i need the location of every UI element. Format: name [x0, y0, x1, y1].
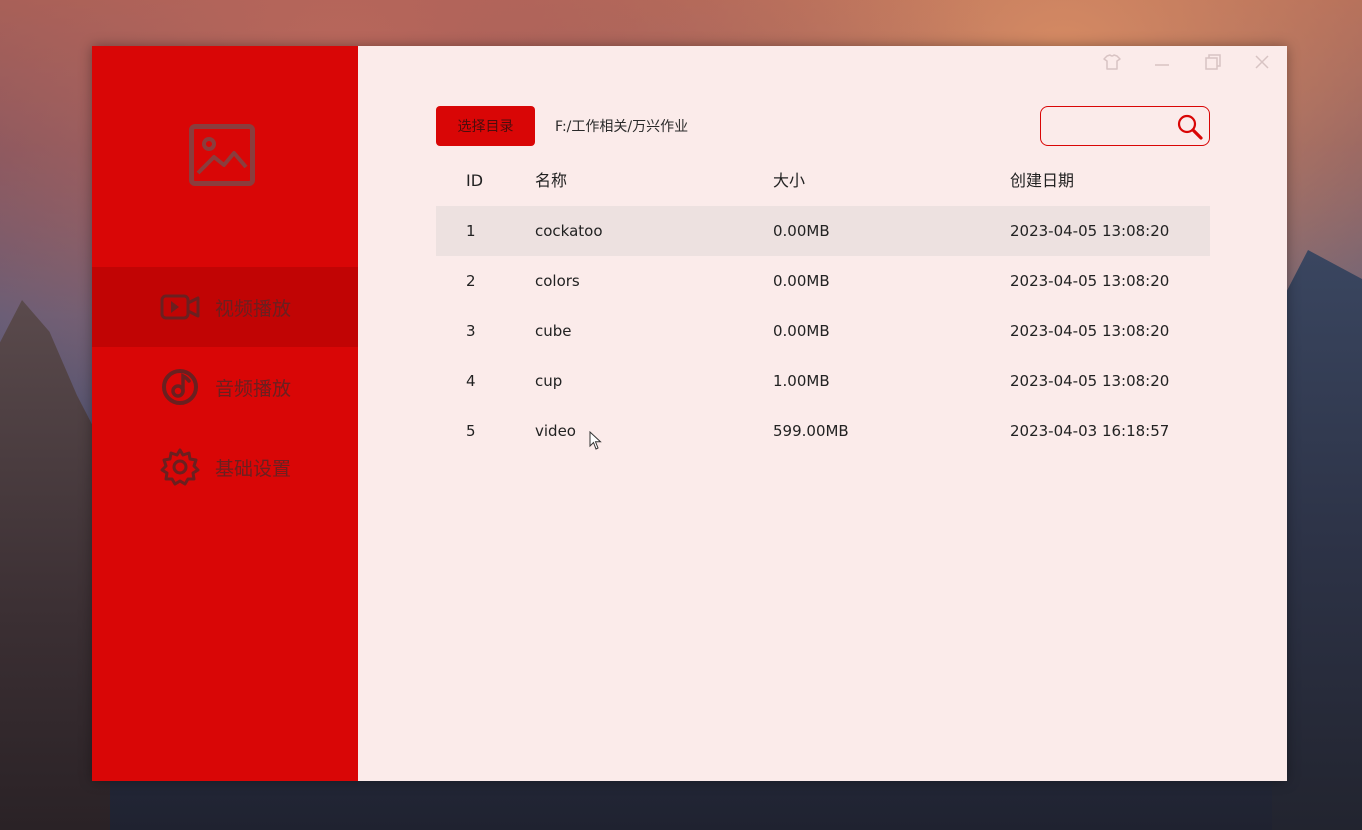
cell-size: 0.00MB [773, 272, 830, 290]
cell-size: 0.00MB [773, 322, 830, 340]
cell-id: 2 [466, 272, 476, 290]
cell-date: 2023-04-05 13:08:20 [1010, 372, 1170, 390]
directory-path: F:/工作相关/万兴作业 [555, 119, 689, 135]
cell-id: 4 [466, 372, 476, 390]
search-input[interactable] [1049, 115, 1173, 139]
cell-id: 1 [466, 222, 476, 240]
cell-date: 2023-04-05 13:08:20 [1010, 222, 1170, 240]
minimize-icon [1155, 64, 1169, 66]
cell-size: 1.00MB [773, 372, 830, 390]
table-row[interactable]: 3 cube 0.00MB 2023-04-05 13:08:20 [436, 306, 1210, 356]
skin-button[interactable] [1097, 50, 1127, 74]
search-box [1040, 106, 1210, 146]
restore-button[interactable] [1197, 50, 1227, 74]
mouse-cursor-icon [589, 431, 602, 450]
close-icon [1255, 55, 1269, 69]
cell-size: 0.00MB [773, 222, 830, 240]
sidebar-item-audio[interactable]: 音频播放 [92, 347, 358, 427]
column-header-id[interactable]: ID [466, 156, 483, 206]
column-header-size[interactable]: 大小 [773, 156, 805, 206]
app-window: 视频播放 音频播放 基础设置 选择目录 F:/工作相关/万兴作业 ID 名称 大… [92, 46, 1287, 781]
table-row[interactable]: 4 cup 1.00MB 2023-04-05 13:08:20 [436, 356, 1210, 406]
shirt-icon [1103, 54, 1121, 70]
table-row[interactable]: 2 colors 0.00MB 2023-04-05 13:08:20 [436, 256, 1210, 306]
cell-name: cube [535, 322, 572, 340]
search-icon[interactable] [1176, 113, 1204, 141]
cell-id: 5 [466, 422, 476, 440]
image-logo-icon [189, 124, 255, 186]
cell-date: 2023-04-03 16:18:57 [1010, 422, 1170, 440]
close-button[interactable] [1247, 50, 1277, 74]
cell-size: 599.00MB [773, 422, 849, 440]
table-row[interactable]: 5 video 599.00MB 2023-04-03 16:18:57 [436, 406, 1210, 456]
video-camera-icon [160, 294, 200, 320]
cell-date: 2023-04-05 13:08:20 [1010, 322, 1170, 340]
restore-icon [1205, 54, 1221, 70]
cell-name: video [535, 422, 576, 440]
cell-name: cup [535, 372, 563, 390]
sidebar-item-video[interactable]: 视频播放 [92, 267, 358, 347]
sidebar-item-settings-label: 基础设置 [215, 457, 292, 480]
column-header-name[interactable]: 名称 [535, 156, 567, 206]
cell-id: 3 [466, 322, 476, 340]
gear-icon [160, 448, 200, 486]
file-table: ID 名称 大小 创建日期 1 cockatoo 0.00MB 2023-04-… [436, 156, 1210, 456]
table-header: ID 名称 大小 创建日期 [436, 156, 1210, 206]
cell-date: 2023-04-05 13:08:20 [1010, 272, 1170, 290]
select-directory-button[interactable]: 选择目录 [436, 106, 535, 146]
music-note-icon [162, 369, 198, 405]
sidebar-item-settings[interactable]: 基础设置 [92, 427, 358, 507]
sidebar-item-video-label: 视频播放 [215, 297, 292, 320]
table-row[interactable]: 1 cockatoo 0.00MB 2023-04-05 13:08:20 [436, 206, 1210, 256]
column-header-date[interactable]: 创建日期 [1010, 156, 1074, 206]
sidebar-item-audio-label: 音频播放 [215, 377, 292, 400]
minimize-button[interactable] [1147, 50, 1177, 74]
sidebar: 视频播放 音频播放 基础设置 [92, 46, 358, 781]
cell-name: cockatoo [535, 222, 603, 240]
cell-name: colors [535, 272, 580, 290]
